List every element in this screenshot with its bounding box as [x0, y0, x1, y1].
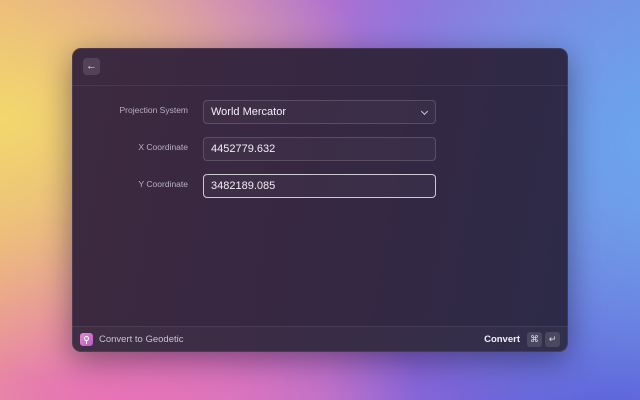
x-coordinate-input[interactable] [203, 137, 436, 161]
back-button[interactable]: ← [83, 58, 100, 75]
enter-key: ↵ [545, 332, 560, 347]
action-bar: Convert to Geodetic Convert ⌘ ↵ [72, 326, 568, 352]
projection-row: Projection System World Mercator [72, 100, 568, 124]
command-key: ⌘ [527, 332, 542, 347]
projection-value: World Mercator [211, 106, 286, 118]
y-coordinate-row: Y Coordinate [72, 174, 568, 198]
projection-select[interactable]: World Mercator [203, 100, 436, 124]
top-bar: ← [72, 48, 568, 86]
convert-button[interactable]: Convert [484, 334, 520, 345]
command-title: Convert to Geodetic [99, 334, 184, 345]
y-coordinate-label: Y Coordinate [138, 179, 188, 189]
x-coordinate-label: X Coordinate [138, 142, 188, 152]
x-coordinate-row: X Coordinate [72, 137, 568, 161]
app-window: ← Projection System World Mercator X Coo… [72, 48, 568, 352]
arrow-left-icon: ← [86, 60, 97, 72]
map-pin-icon [80, 333, 93, 346]
chevron-down-icon [420, 107, 429, 116]
projection-label: Projection System [119, 105, 189, 115]
y-coordinate-input[interactable] [203, 174, 436, 198]
